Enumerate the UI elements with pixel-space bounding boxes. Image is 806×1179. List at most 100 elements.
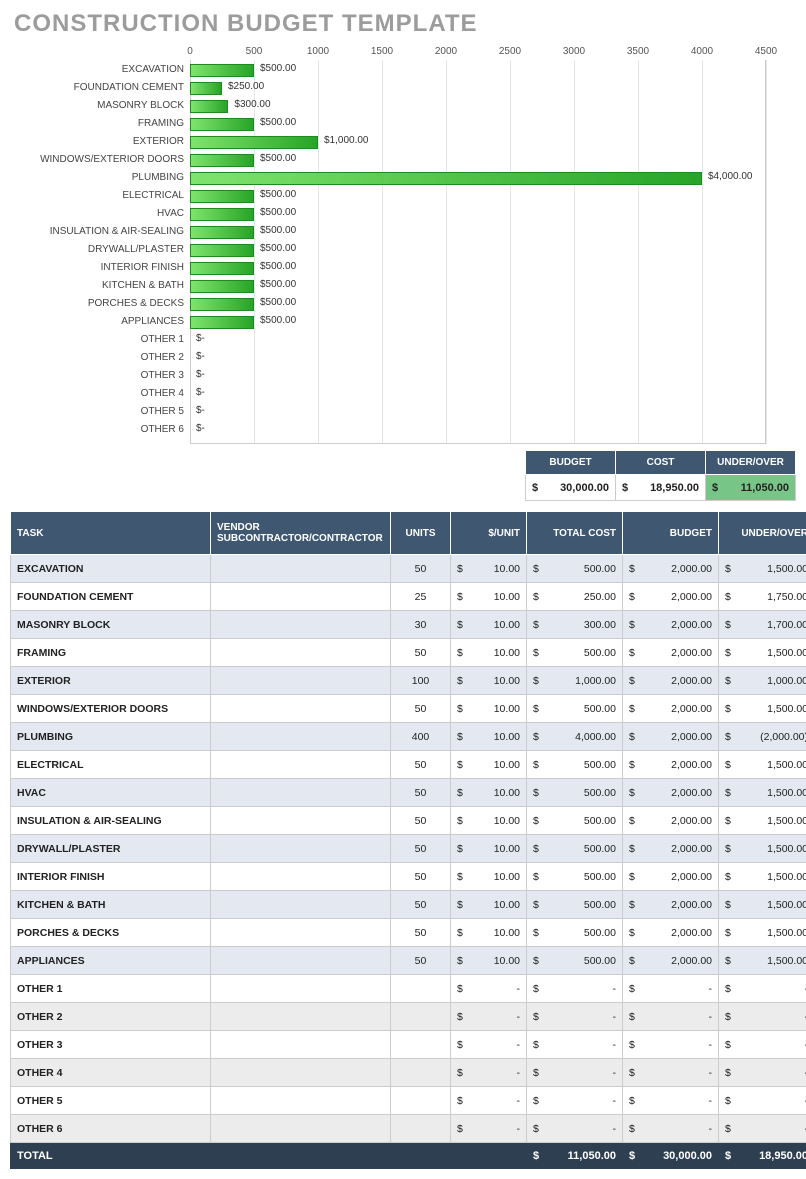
table-row: OTHER 4$-$-$-$- <box>11 1059 806 1087</box>
chart-category-label: INTERIOR FINISH <box>101 262 190 273</box>
table-row: OTHER 2$-$-$-$- <box>11 1003 806 1031</box>
chart-value-label: $500.00 <box>254 279 296 290</box>
table-row: HVAC50$10.00$500.00$2,000.00$1,500.00 <box>11 779 806 807</box>
xaxis-tick: 1500 <box>371 46 393 57</box>
table-row: PORCHES & DECKS50$10.00$500.00$2,000.00$… <box>11 919 806 947</box>
chart-bar: INSULATION & AIR-SEALING$500.00 <box>190 224 766 242</box>
chart-value-label: $4,000.00 <box>702 171 753 182</box>
chart-bar: PORCHES & DECKS$500.00 <box>190 296 766 314</box>
col-perunit: $/UNIT <box>451 512 527 555</box>
table-row: FOUNDATION CEMENT25$10.00$250.00$2,000.0… <box>11 583 806 611</box>
summary-header-underover: UNDER/OVER <box>706 451 796 475</box>
xaxis-tick: 3000 <box>563 46 585 57</box>
chart-value-label: $500.00 <box>254 225 296 236</box>
table-row: PLUMBING400$10.00$4,000.00$2,000.00$(2,0… <box>11 723 806 751</box>
footer-underover: $18,950.00 <box>719 1143 806 1169</box>
footer-label: TOTAL <box>11 1143 527 1169</box>
chart-bar: OTHER 3$- <box>190 368 766 386</box>
chart-value-label: $500.00 <box>254 297 296 308</box>
chart-category-label: HVAC <box>157 208 190 219</box>
chart-value-label: $500.00 <box>254 315 296 326</box>
chart-category-label: EXTERIOR <box>133 136 190 147</box>
chart-value-label: $- <box>190 351 205 362</box>
chart-category-label: OTHER 4 <box>141 388 190 399</box>
summary-underover: $11,050.00 <box>706 475 796 501</box>
col-underover: UNDER/OVER <box>719 512 806 555</box>
chart-bar: PLUMBING$4,000.00 <box>190 170 766 188</box>
chart-bar: WINDOWS/EXTERIOR DOORS$500.00 <box>190 152 766 170</box>
chart-category-label: FRAMING <box>138 118 190 129</box>
chart-category-label: WINDOWS/EXTERIOR DOORS <box>40 154 190 165</box>
budget-table: TASK VENDOR SUBCONTRACTOR/CONTRACTOR UNI… <box>10 511 806 1169</box>
table-row: KITCHEN & BATH50$10.00$500.00$2,000.00$1… <box>11 891 806 919</box>
chart-value-label: $- <box>190 369 205 380</box>
xaxis-tick: 500 <box>246 46 263 57</box>
chart-bar: EXCAVATION$500.00 <box>190 62 766 80</box>
chart-value-label: $1,000.00 <box>318 135 369 146</box>
chart-value-label: $300.00 <box>228 99 270 110</box>
chart-category-label: OTHER 2 <box>141 352 190 363</box>
table-row: OTHER 5$-$-$-$- <box>11 1087 806 1115</box>
col-budget: BUDGET <box>623 512 719 555</box>
chart-bar: MASONRY BLOCK$300.00 <box>190 98 766 116</box>
chart-bar: OTHER 2$- <box>190 350 766 368</box>
xaxis-tick: 2000 <box>435 46 457 57</box>
chart-bar: ELECTRICAL$500.00 <box>190 188 766 206</box>
summary-header-budget: BUDGET <box>526 451 616 475</box>
xaxis-tick: 0 <box>187 46 193 57</box>
table-row: INTERIOR FINISH50$10.00$500.00$2,000.00$… <box>11 863 806 891</box>
chart-value-label: $500.00 <box>254 63 296 74</box>
chart-category-label: DRYWALL/PLASTER <box>88 244 190 255</box>
summary-cost: $18,950.00 <box>616 475 706 501</box>
chart-category-label: INSULATION & AIR-SEALING <box>50 226 190 237</box>
table-row: OTHER 3$-$-$-$- <box>11 1031 806 1059</box>
chart-value-label: $- <box>190 387 205 398</box>
chart-bar: OTHER 5$- <box>190 404 766 422</box>
table-row: EXCAVATION50$10.00$500.00$2,000.00$1,500… <box>11 555 806 583</box>
xaxis-tick: 2500 <box>499 46 521 57</box>
chart-category-label: OTHER 6 <box>141 424 190 435</box>
xaxis-tick: 4000 <box>691 46 713 57</box>
chart-value-label: $250.00 <box>222 81 264 92</box>
chart-category-label: PORCHES & DECKS <box>88 298 190 309</box>
summary-header-cost: COST <box>616 451 706 475</box>
chart-bar: DRYWALL/PLASTER$500.00 <box>190 242 766 260</box>
table-row: OTHER 6$-$-$-$- <box>11 1115 806 1143</box>
summary-box: BUDGET COST UNDER/OVER $30,000.00 $18,95… <box>10 450 796 501</box>
chart-category-label: OTHER 3 <box>141 370 190 381</box>
table-row: ELECTRICAL50$10.00$500.00$2,000.00$1,500… <box>11 751 806 779</box>
summary-budget: $30,000.00 <box>526 475 616 501</box>
chart-category-label: OTHER 1 <box>141 334 190 345</box>
chart-value-label: $- <box>190 333 205 344</box>
chart-bar: OTHER 4$- <box>190 386 766 404</box>
table-row: MASONRY BLOCK30$10.00$300.00$2,000.00$1,… <box>11 611 806 639</box>
table-row: EXTERIOR100$10.00$1,000.00$2,000.00$1,00… <box>11 667 806 695</box>
chart-bar: INTERIOR FINISH$500.00 <box>190 260 766 278</box>
table-row: APPLIANCES50$10.00$500.00$2,000.00$1,500… <box>11 947 806 975</box>
chart-bar: APPLIANCES$500.00 <box>190 314 766 332</box>
table-row: FRAMING50$10.00$500.00$2,000.00$1,500.00 <box>11 639 806 667</box>
col-total: TOTAL COST <box>527 512 623 555</box>
chart-bar: OTHER 6$- <box>190 422 766 440</box>
page-title: CONSTRUCTION BUDGET TEMPLATE <box>14 10 796 38</box>
xaxis-tick: 3500 <box>627 46 649 57</box>
chart-bar: OTHER 1$- <box>190 332 766 350</box>
chart-category-label: PLUMBING <box>132 172 190 183</box>
chart-category-label: ELECTRICAL <box>122 190 190 201</box>
col-units: UNITS <box>391 512 451 555</box>
chart-value-label: $500.00 <box>254 153 296 164</box>
xaxis-tick: 1000 <box>307 46 329 57</box>
footer-total: $11,050.00 <box>527 1143 623 1169</box>
footer-budget: $30,000.00 <box>623 1143 719 1169</box>
col-task: TASK <box>11 512 211 555</box>
bar-chart: 0 500 1000 1500 2000 2500 3000 3500 4000 4500 EXCA… <box>10 44 796 444</box>
chart-value-label: $500.00 <box>254 207 296 218</box>
chart-category-label: OTHER 5 <box>141 406 190 417</box>
table-row: INSULATION & AIR-SEALING50$10.00$500.00$… <box>11 807 806 835</box>
col-vendor: VENDOR SUBCONTRACTOR/CONTRACTOR <box>211 512 391 555</box>
chart-value-label: $- <box>190 405 205 416</box>
chart-bar: EXTERIOR$1,000.00 <box>190 134 766 152</box>
table-row: WINDOWS/EXTERIOR DOORS50$10.00$500.00$2,… <box>11 695 806 723</box>
xaxis-tick: 4500 <box>755 46 777 57</box>
table-row: DRYWALL/PLASTER50$10.00$500.00$2,000.00$… <box>11 835 806 863</box>
